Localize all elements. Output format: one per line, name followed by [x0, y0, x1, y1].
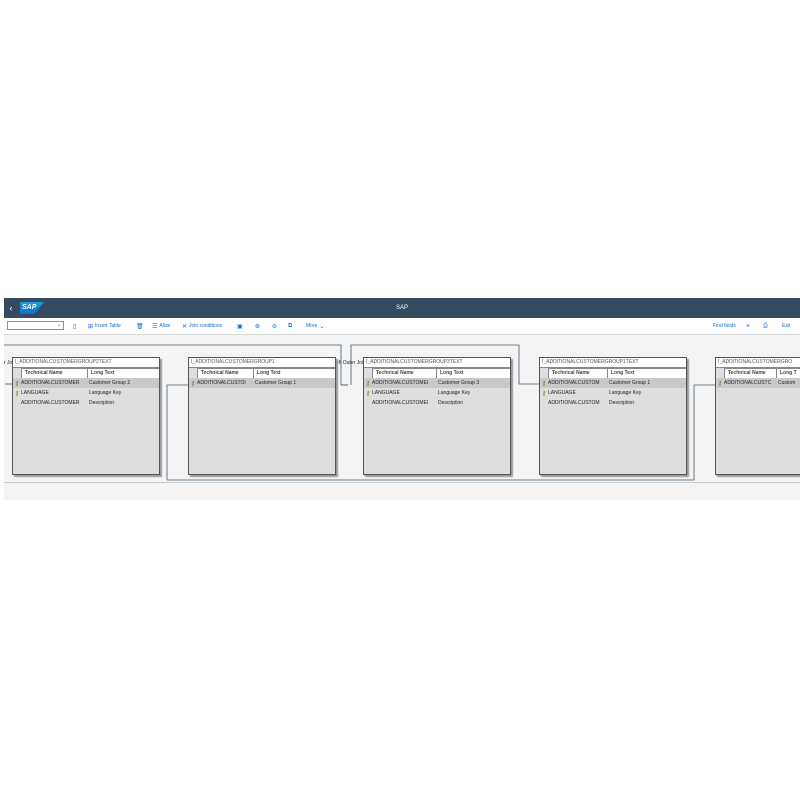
- chevron-down-icon: ⌄: [56, 322, 61, 328]
- find-fields-button[interactable]: Find fields: [713, 322, 736, 330]
- shell-bar: ‹ SAP SAP: [4, 298, 800, 318]
- table-row[interactable]: ⚷ LANGUAGE Language Key: [13, 388, 159, 398]
- table-row[interactable]: ADDITIONALCUSTOMER Description: [13, 398, 159, 408]
- canvas-divider: [4, 482, 800, 483]
- table-row[interactable]: ⚷ ADDITIONALCUSTOMEI Customer Group 3: [364, 378, 510, 388]
- column-header: Technical Name: [197, 369, 253, 378]
- join-type-label: Left Outer Join: [333, 360, 366, 366]
- toolbar: ⌄ ▯ ⊞ Insert Table 🗑 ☰ Alias ✕ Join cond…: [4, 318, 800, 335]
- join-conditions-button[interactable]: ✕ Join conditions: [182, 322, 222, 330]
- key-icon: ⚷: [541, 390, 547, 397]
- table-row[interactable]: ⚷ ADDITIONALCUSTC Custom: [716, 378, 800, 388]
- key-icon: ⚷: [541, 380, 547, 387]
- insert-table-button[interactable]: ⊞ Insert Table: [88, 322, 121, 330]
- table-name: I_ADDITIONALCUSTOMERGROUP1TEXT: [540, 358, 686, 368]
- insert-table-icon: ⊞: [88, 323, 94, 330]
- key-icon: ⚷: [365, 380, 371, 387]
- table-node[interactable]: I_ADDITIONALCUSTOMERGRO Technical Name L…: [715, 357, 800, 475]
- zoom-out-icon[interactable]: ⊖: [272, 322, 279, 330]
- more-button[interactable]: More ⌄: [306, 322, 324, 330]
- copy-icon[interactable]: ⧉: [288, 322, 294, 330]
- column-header: Technical Name: [21, 369, 87, 378]
- join-canvas[interactable]: r Join Left Outer Join I_ADDITIONALCUSTO…: [4, 335, 800, 483]
- table-row[interactable]: ⚷ ADDITIONALCUSTOMER Customer Group 2: [13, 378, 159, 388]
- print-icon[interactable]: ⎙: [763, 322, 770, 330]
- shell-title: SAP: [395, 305, 408, 311]
- table-row[interactable]: ⚷ LANGUAGE Language Key: [364, 388, 510, 398]
- list-icon: ☰: [152, 323, 158, 330]
- view-select[interactable]: ⌄: [7, 321, 64, 330]
- table-row[interactable]: ADDITIONALCUSTOMEI Description: [364, 398, 510, 408]
- fit-screen-icon[interactable]: ▣: [237, 322, 245, 330]
- table-name: I_ADDITIONALCUSTOMERGRO: [716, 358, 800, 368]
- alias-button[interactable]: ☰ Alias: [152, 322, 170, 330]
- chevron-down-icon: ⌄: [319, 323, 325, 330]
- app-window: ‹ SAP SAP ⌄ ▯ ⊞ Insert Table 🗑 ☰ Alias ✕…: [4, 298, 800, 500]
- table-row[interactable]: ⚷ LANGUAGE Language Key: [540, 388, 686, 398]
- key-icon: ⚷: [717, 380, 723, 387]
- filter-icon[interactable]: ⫷: [746, 322, 751, 330]
- table-row[interactable]: ⚷ ADDITIONALCUSTOM Customer Group 1: [540, 378, 686, 388]
- key-icon: ⚷: [14, 380, 20, 387]
- key-icon: ⚷: [14, 390, 20, 397]
- table-row[interactable]: ADDITIONALCUSTOM Description: [540, 398, 686, 408]
- table-name: I_ADDITIONALCUSTOMERGROUP2TEXT: [13, 358, 159, 368]
- key-icon: ⚷: [190, 380, 196, 387]
- table-node[interactable]: I_ADDITIONALCUSTOMERGROUP3TEXT Technical…: [363, 357, 511, 475]
- delete-icon[interactable]: 🗑: [136, 322, 146, 330]
- document-icon[interactable]: ▯: [73, 322, 78, 330]
- column-header: Long Text: [607, 369, 686, 378]
- back-arrow-icon[interactable]: ‹: [4, 303, 18, 313]
- join-icon: ✕: [182, 323, 188, 330]
- column-header: Long Text: [253, 369, 335, 378]
- column-header: Technical Name: [724, 369, 776, 378]
- exit-button[interactable]: Exit: [782, 322, 790, 330]
- column-header: Long T: [776, 369, 800, 378]
- zoom-in-icon[interactable]: ⊕: [255, 322, 262, 330]
- table-row[interactable]: ⚷ ADDITIONALCUSTOI Customer Group 1: [189, 378, 335, 388]
- column-header: Technical Name: [372, 369, 436, 378]
- column-header: Technical Name: [548, 369, 607, 378]
- table-name: I_ADDITIONALCUSTOMERGROUP3TEXT: [364, 358, 510, 368]
- table-name: I_ADDITIONALCUSTOMERGROUP1: [189, 358, 335, 368]
- table-node[interactable]: I_ADDITIONALCUSTOMERGROUP2TEXT Technical…: [12, 357, 160, 475]
- key-icon: ⚷: [365, 390, 371, 397]
- sap-logo: SAP: [20, 302, 44, 314]
- table-node[interactable]: I_ADDITIONALCUSTOMERGROUP1TEXT Technical…: [539, 357, 687, 475]
- table-node[interactable]: I_ADDITIONALCUSTOMERGROUP1 Technical Nam…: [188, 357, 336, 475]
- column-header: Long Text: [436, 369, 510, 378]
- column-header: Long Text: [87, 369, 159, 378]
